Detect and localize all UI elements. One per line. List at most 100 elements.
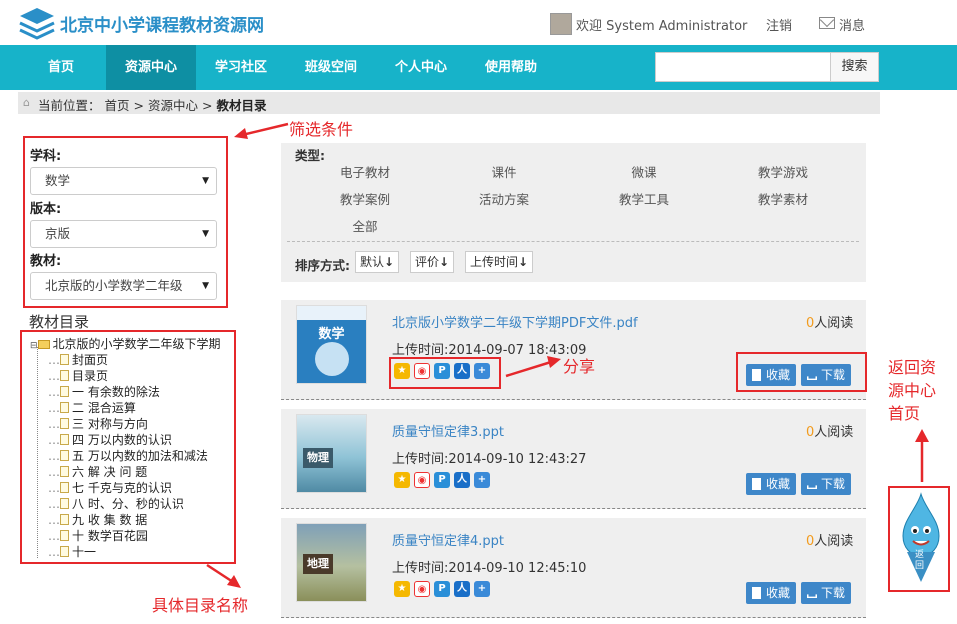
toc-item[interactable]: … 六 解 决 问 题 — [48, 464, 147, 480]
annotation-line: 返回资 — [888, 358, 937, 377]
qzone-icon[interactable]: ★ — [394, 581, 410, 597]
type-option[interactable]: 教学游戏 — [723, 162, 843, 181]
filter-annotation-arrow — [234, 122, 289, 139]
toc-item[interactable]: … 十一 — [48, 544, 96, 560]
toc-item[interactable]: … 七 千克与克的认识 — [48, 480, 172, 496]
divider — [287, 241, 859, 242]
edition-select[interactable]: 京版 ▼ — [30, 220, 217, 248]
read-count-suffix: 人阅读 — [814, 425, 854, 440]
weibo-icon[interactable]: ◉ — [414, 472, 430, 488]
nav-resource-center[interactable]: 资源中心 — [106, 45, 196, 90]
textbook-select[interactable]: 北京版的小学数学二年级 ▼ — [30, 272, 217, 300]
toc-item-label: 五 万以内数的加法和减法 — [72, 449, 208, 463]
toc-title: 教材目录 — [29, 313, 90, 331]
document-icon — [60, 418, 69, 429]
toc-item[interactable]: … 封面页 — [48, 352, 108, 368]
type-option[interactable]: 活动方案 — [444, 189, 564, 208]
renren-icon[interactable]: 人 — [454, 472, 470, 488]
share-icons: ★ ◉ P 人 + — [394, 472, 494, 488]
toc-item[interactable]: … 十 数学百花园 — [48, 528, 148, 544]
resource-title-link[interactable]: 质量守恒定律3.ppt — [392, 421, 504, 440]
read-count: 0人阅读 — [806, 530, 853, 549]
resource-cover-image[interactable]: 物理 — [296, 414, 367, 493]
toc-item[interactable]: … 九 收 集 数 据 — [48, 512, 147, 528]
toc-item-label: 六 解 决 问 题 — [72, 465, 148, 479]
qzone-icon[interactable]: ★ — [394, 472, 410, 488]
type-option[interactable]: 教学素材 — [723, 189, 843, 208]
sort-upload-time-button[interactable]: 上传时间↓ — [465, 251, 534, 273]
type-option[interactable]: 教学案例 — [305, 189, 425, 208]
read-count-suffix: 人阅读 — [814, 534, 854, 549]
type-option[interactable]: 电子教材 — [305, 162, 425, 181]
logout-link[interactable]: 注销 — [766, 15, 792, 34]
subject-label: 学科: — [30, 149, 62, 164]
toc-root-label: 北京版的小学数学二年级下学期 — [52, 337, 221, 351]
avatar[interactable] — [550, 13, 572, 35]
subject-select[interactable]: 数学 ▼ — [30, 167, 217, 195]
read-count-suffix: 人阅读 — [814, 316, 854, 331]
read-count: 0人阅读 — [806, 312, 853, 331]
weibo-icon[interactable]: ◉ — [414, 581, 430, 597]
type-option[interactable]: 课件 — [444, 162, 564, 181]
download-label: 下载 — [821, 477, 846, 491]
toc-annotation: 具体目录名称 — [152, 596, 249, 615]
breadcrumb-path: 当前位置： 首页 > 资源中心 > 教材目录 — [38, 95, 266, 114]
mail-icon[interactable] — [819, 17, 835, 29]
favorite-button[interactable]: 收藏 — [746, 473, 797, 495]
cover-title: 物理 — [303, 448, 333, 468]
favorite-button[interactable]: 收藏 — [746, 582, 797, 604]
welcome-text: 欢迎 System Administrator — [576, 19, 748, 34]
toc-item-label: 二 混合运算 — [72, 401, 136, 415]
nav-learning-community[interactable]: 学习社区 — [206, 45, 276, 90]
sort-default-button[interactable]: 默认↓ — [355, 251, 400, 273]
type-option-all[interactable]: 全部 — [305, 216, 425, 235]
search-input[interactable] — [655, 52, 831, 82]
breadcrumb-current: 教材目录 — [216, 98, 267, 113]
resource-cover-image[interactable]: 地理 — [296, 523, 367, 602]
filter-annotation: 筛选条件 — [289, 120, 354, 139]
more-share-icon[interactable]: + — [474, 472, 490, 488]
toc-item[interactable]: … 目录页 — [48, 368, 108, 384]
arrow-down-icon: ↓ — [384, 255, 395, 269]
resource-cover-image[interactable]: 数学 — [296, 305, 367, 384]
nav-class-space[interactable]: 班级空间 — [296, 45, 366, 90]
sort-option-label: 评价 — [415, 255, 440, 269]
messages-link[interactable]: 消息 — [839, 15, 865, 34]
download-button[interactable]: 下载 — [801, 582, 852, 604]
tree-guide-line — [37, 347, 38, 558]
site-title: 北京中小学课程教材资源网 — [60, 16, 264, 36]
type-option[interactable]: 微课 — [584, 162, 704, 181]
resource-title-link[interactable]: 质量守恒定律4.ppt — [392, 530, 504, 549]
nav-personal-center[interactable]: 个人中心 — [386, 45, 456, 90]
toc-item[interactable]: … 八 时、分、秒的认识 — [48, 496, 184, 512]
type-option[interactable]: 教学工具 — [584, 189, 704, 208]
back-to-home-mascot[interactable]: 返 回 — [895, 490, 947, 585]
breadcrumb-sep: > — [133, 98, 144, 113]
sort-label: 排序方式: — [295, 258, 350, 273]
sort-rating-button[interactable]: 评价↓ — [410, 251, 455, 273]
arrow-down-icon: ↓ — [439, 255, 450, 269]
toc-item[interactable]: … 二 混合运算 — [48, 400, 136, 416]
toc-item[interactable]: … 五 万以内数的加法和减法 — [48, 448, 208, 464]
download-button[interactable]: 下载 — [801, 473, 852, 495]
toc-item-label: 九 收 集 数 据 — [72, 513, 148, 527]
read-count: 0人阅读 — [806, 421, 853, 440]
nav-home[interactable]: 首页 — [28, 45, 94, 90]
toc-item[interactable]: … 三 对称与方向 — [48, 416, 148, 432]
more-share-icon[interactable]: + — [474, 581, 490, 597]
toc-item-label: 封面页 — [72, 353, 109, 367]
renren-icon[interactable]: 人 — [454, 581, 470, 597]
pengyou-icon[interactable]: P — [434, 581, 450, 597]
nav-help[interactable]: 使用帮助 — [476, 45, 546, 90]
toc-item[interactable]: … 四 万以内数的认识 — [48, 432, 172, 448]
toc-item-label: 一 有余数的除法 — [72, 385, 160, 399]
breadcrumb-home[interactable]: 首页 — [105, 98, 130, 113]
toc-root[interactable]: ⊟ 北京版的小学数学二年级下学期 — [30, 336, 221, 352]
resource-title-link[interactable]: 北京版小学数学二年级下学期PDF文件.pdf — [392, 312, 638, 331]
bookmark-icon — [752, 478, 761, 490]
toc-item[interactable]: … 一 有余数的除法 — [48, 384, 160, 400]
pengyou-icon[interactable]: P — [434, 472, 450, 488]
edition-label: 版本: — [30, 202, 62, 217]
breadcrumb-resource-center[interactable]: 资源中心 — [148, 98, 198, 113]
search-button[interactable]: 搜索 — [830, 52, 879, 82]
